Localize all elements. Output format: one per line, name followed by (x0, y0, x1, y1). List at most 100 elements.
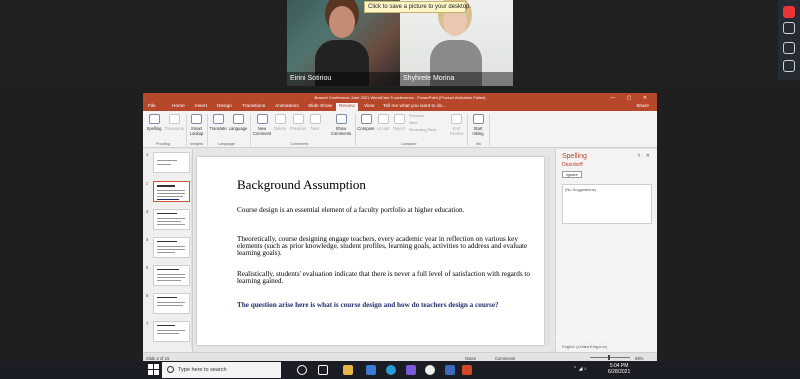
thumbnail-number: 5 (146, 265, 149, 270)
edge-icon[interactable] (386, 365, 396, 375)
reject-button[interactable]: Reject (392, 114, 406, 131)
windows-start-icon[interactable] (148, 364, 159, 375)
thumbnail-number: 3 (146, 209, 149, 214)
tab-transitions[interactable]: Transitions (242, 104, 265, 109)
reviewing-pane-button[interactable]: Reviewing Pane (409, 128, 436, 132)
slide-question: The question arise here is what is cours… (237, 301, 499, 309)
group-language: Language (218, 142, 235, 146)
translate-button[interactable]: Translate (209, 114, 227, 131)
tab-file[interactable]: File (148, 104, 156, 109)
tab-insert[interactable]: Insert (195, 104, 207, 109)
participant-name: Shyhrete Morina (400, 72, 513, 86)
windows-taskbar: Type here to search ⌃ ◢ ♪ 5:04 PM 6/28/2… (0, 361, 800, 379)
meeting-video-strip: Eirini Sotiriou Shyhrete Morina Click to… (0, 0, 800, 88)
accept-button[interactable]: Accept (376, 114, 390, 131)
slide-thumbnail[interactable] (153, 209, 190, 230)
spelling-pane-title: Spelling (562, 153, 587, 160)
powerpoint-window: Brasovi Conference June 2021 WorldCare 5… (143, 93, 657, 362)
slide-thumbnail[interactable] (153, 237, 190, 258)
thumbnail-scrollbar[interactable] (191, 157, 192, 347)
thumbnail-number: 6 (146, 293, 149, 298)
group-proofing: Proofing (156, 142, 171, 146)
next-change-button[interactable]: Next (409, 121, 417, 125)
thumbnail-number: 1 (146, 152, 149, 157)
slide-thumbnail[interactable] (153, 321, 190, 342)
compare-button[interactable]: Compare (357, 114, 375, 131)
end-review-icon (451, 114, 462, 124)
previous-comment-button[interactable]: Previous (289, 114, 307, 131)
magnifier-icon (191, 114, 202, 124)
start-inking-button[interactable]: Start Inking (470, 114, 486, 136)
next-comment-button[interactable]: Next (309, 114, 321, 131)
mail-icon[interactable] (366, 365, 376, 375)
work-area: 1 2 3 4 5 6 7 Background Assumption Cour… (143, 149, 657, 352)
word-icon[interactable] (445, 365, 455, 375)
chrome-icon[interactable] (425, 365, 435, 375)
group-divider (207, 114, 208, 146)
group-ink: Ink (476, 142, 482, 146)
slide-scrollbar[interactable] (546, 157, 550, 345)
suggestions-list[interactable]: (No Suggestions) (562, 184, 652, 224)
tab-review[interactable]: Review (336, 103, 358, 111)
previous-icon (292, 114, 304, 124)
window-icon[interactable] (783, 60, 795, 72)
thesaurus-button[interactable]: Thesaurus (163, 114, 185, 131)
tell-me-box[interactable]: Tell me what you want to do... (383, 104, 446, 109)
pen-icon (472, 114, 484, 124)
tab-slide-show[interactable]: Slide Show (308, 104, 332, 109)
group-divider (186, 114, 187, 146)
powerpoint-taskbar-icon[interactable] (462, 365, 472, 375)
cortana-icon[interactable] (297, 365, 307, 375)
screenshot-icon[interactable] (783, 42, 795, 54)
group-divider (250, 114, 251, 146)
ignore-button[interactable]: Ignore (562, 171, 582, 178)
compare-icon (360, 114, 372, 124)
system-tray[interactable]: ⌃ ◢ ♪ (573, 366, 586, 372)
new-comment-button[interactable]: New Comment (253, 114, 271, 136)
delete-comment-button[interactable]: Delete (273, 114, 287, 131)
file-explorer-icon[interactable] (343, 365, 353, 375)
language-button[interactable]: Language (228, 114, 248, 131)
show-comments-button[interactable]: Show Comments (329, 114, 353, 136)
store-icon[interactable] (406, 365, 416, 375)
smart-lookup-button[interactable]: Smart Lookup (188, 114, 205, 136)
slide-thumbnail[interactable] (153, 293, 190, 314)
slide-thumbnail[interactable] (153, 152, 190, 173)
participant-name: Eirini Sotiriou (287, 72, 400, 86)
taskbar-clock[interactable]: 5:04 PM 6/28/2021 (608, 363, 630, 375)
delete-icon (274, 114, 286, 124)
zoom-slider-thumb[interactable] (608, 355, 610, 360)
spelling-pane: Spelling ˅ ✕ Deardorff Ignore (No Sugges… (555, 149, 657, 352)
thumbnail-number: 2 (146, 181, 149, 186)
slide-canvas[interactable]: Background Assumption Course design is a… (197, 157, 544, 345)
taskbar-search-box[interactable]: Type here to search (162, 362, 281, 378)
tab-home[interactable]: Home (172, 104, 185, 109)
pane-close-icon[interactable]: ˅ ✕ (638, 153, 653, 159)
desktop: Eirini Sotiriou Shyhrete Morina Click to… (0, 0, 800, 379)
slide-thumbnail[interactable] (153, 265, 190, 286)
share-button[interactable]: Share (636, 104, 649, 109)
slide-paragraph: Course design is an essential element of… (237, 206, 465, 214)
group-divider (467, 114, 468, 146)
misspelled-word: Deardorff (562, 162, 583, 168)
window-controls[interactable]: — ▢ ✕ (610, 95, 652, 101)
window-title: Brasovi Conference June 2021 WorldCare 5… (314, 95, 486, 100)
ribbon-tabs: File Home Insert Design Transitions Anim… (143, 102, 657, 111)
tab-animations[interactable]: Animations (275, 104, 299, 109)
spelling-button[interactable]: Spelling (146, 114, 162, 131)
group-insights: Insights (190, 142, 204, 146)
thesaurus-icon (168, 114, 180, 124)
previous-change-button[interactable]: Previous (409, 114, 424, 118)
group-compare: Compare (401, 142, 417, 146)
tab-design[interactable]: Design (217, 104, 232, 109)
camera-icon[interactable] (783, 22, 795, 34)
record-icon[interactable] (783, 6, 795, 18)
recording-toolbar (778, 0, 800, 80)
task-view-icon[interactable] (318, 365, 328, 375)
tab-view[interactable]: View (364, 104, 374, 109)
review-ribbon: Spelling Thesaurus Proofing Smart Lookup… (143, 111, 657, 148)
slide-thumbnail-selected[interactable] (153, 181, 190, 202)
zoom-slider[interactable] (590, 355, 630, 360)
next-icon (309, 114, 321, 124)
end-review-button[interactable]: End Review (449, 114, 464, 136)
